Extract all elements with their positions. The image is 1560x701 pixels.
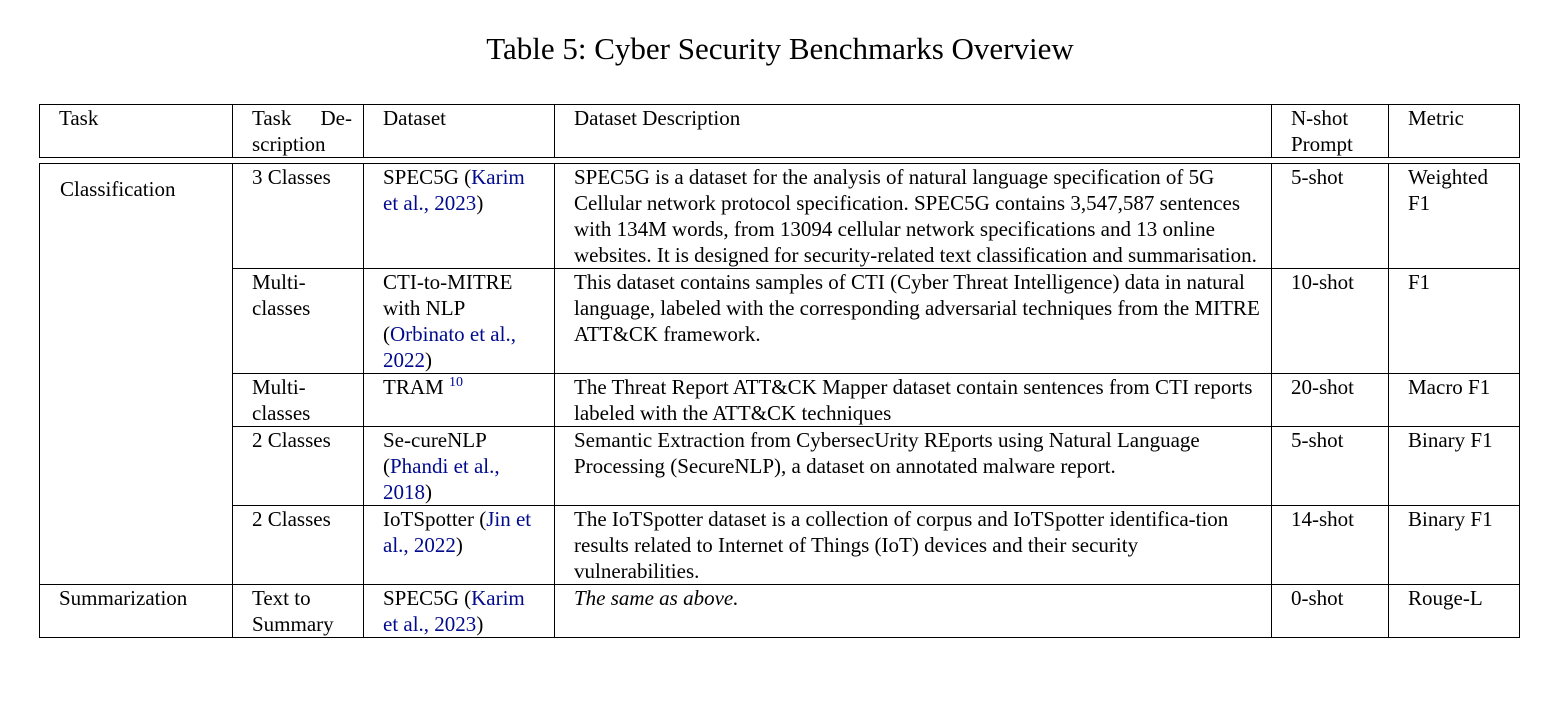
- table-caption: Table 5: Cyber Security Benchmarks Overv…: [486, 31, 1074, 66]
- dataset-cell: SPEC5G (Karim et al., 2023): [363, 585, 554, 638]
- task-description-cell: 2 Classes: [232, 506, 363, 585]
- dataset-description-cell: The Threat Report ATT&CK Mapper dataset …: [554, 374, 1271, 427]
- task-description-cell: Multi-classes: [232, 374, 363, 427]
- nshot-value: 14-shot: [1291, 507, 1354, 531]
- task-description: 3 Classes: [252, 165, 331, 189]
- nshot-value: 10-shot: [1291, 270, 1354, 294]
- table-row: 2 Classes Se-cureNLP (Phandi et al., 201…: [39, 427, 1520, 506]
- dataset-cell: SPEC5G (Karim et al., 2023): [363, 163, 554, 269]
- metric-value: Macro F1: [1408, 375, 1491, 399]
- nshot-cell: 20-shot: [1271, 374, 1388, 427]
- task-classification: Classification: [39, 163, 232, 585]
- nshot-value: 5-shot: [1291, 165, 1344, 189]
- task-description: Text to Summary: [252, 586, 334, 636]
- dataset-citation[interactable]: Phandi et al., 2018: [383, 454, 500, 504]
- nshot-cell: 14-shot: [1271, 506, 1388, 585]
- task-description-cell: Text to Summary: [232, 585, 363, 638]
- metric-cell: Weighted F1: [1388, 163, 1520, 269]
- task-summarization: Summarization: [39, 585, 232, 638]
- header-nshot-line2: Prompt: [1291, 132, 1353, 156]
- table-header-row: Task Task De- scription Dataset Dataset …: [39, 104, 1520, 158]
- metric-value: Weighted F1: [1408, 165, 1488, 215]
- header-metric-label: Metric: [1408, 106, 1464, 130]
- table-row: Multi-classes CTI-to-MITRE with NLP (Orb…: [39, 269, 1520, 374]
- table-row: Classification 3 Classes SPEC5G (Karim e…: [39, 163, 1520, 585]
- dataset-description-cell: Semantic Extraction from CybersecUrity R…: [554, 427, 1271, 506]
- metric-cell: Binary F1: [1388, 427, 1520, 506]
- dataset-cell: Se-cureNLP (Phandi et al., 2018): [363, 427, 554, 506]
- header-task-desc-line1: Task De-: [252, 106, 352, 130]
- dataset-description-cell: SPEC5G is a dataset for the analysis of …: [554, 163, 1271, 269]
- dataset-name: SPEC5G (: [383, 586, 472, 610]
- metric-value: Binary F1: [1408, 428, 1493, 452]
- task-description: Multi-classes: [252, 270, 311, 320]
- benchmarks-table: Task Task De- scription Dataset Dataset …: [39, 104, 1520, 638]
- dataset-name: SPEC5G (: [383, 165, 472, 189]
- dataset-description: The IoTSpotter dataset is a collection o…: [574, 507, 1229, 583]
- header-dataset-description: Dataset Description: [554, 104, 1271, 158]
- metric-value: Rouge-L: [1408, 586, 1483, 610]
- dataset-close-paren: ): [455, 533, 463, 557]
- metric-cell: Binary F1: [1388, 506, 1520, 585]
- header-task-desc-line2: scription: [252, 132, 326, 156]
- nshot-cell: 0-shot: [1271, 585, 1388, 638]
- dataset-description: This dataset contains samples of CTI (Cy…: [574, 270, 1260, 346]
- task-description-cell: Multi-classes: [232, 269, 363, 374]
- table-row: Summarization Text to Summary SPEC5G (Ka…: [39, 585, 1520, 638]
- dataset-cell: TRAM 10: [363, 374, 554, 427]
- task-description: Multi-classes: [252, 375, 311, 425]
- nshot-cell: 10-shot: [1271, 269, 1388, 374]
- task-description-cell: 3 Classes: [232, 163, 363, 269]
- header-metric: Metric: [1388, 104, 1520, 158]
- metric-value: F1: [1408, 270, 1431, 294]
- header-task: Task: [39, 104, 232, 158]
- dataset-name: TRAM: [383, 375, 444, 399]
- task-description: 2 Classes: [252, 428, 331, 452]
- dataset-close-paren: ): [425, 348, 432, 372]
- task-label: Classification: [60, 177, 176, 201]
- header-task-description: Task De- scription: [232, 104, 363, 158]
- metric-value: Binary F1: [1408, 507, 1493, 531]
- dataset-description: SPEC5G is a dataset for the analysis of …: [574, 165, 1257, 267]
- table-row: 2 Classes IoTSpotter (Jin et al., 2022) …: [39, 506, 1520, 585]
- table-row: Multi-classes TRAM 10 The Threat Report …: [39, 374, 1520, 427]
- nshot-cell: 5-shot: [1271, 163, 1388, 269]
- dataset-name: IoTSpotter (: [383, 507, 487, 531]
- nshot-value: 20-shot: [1291, 375, 1354, 399]
- nshot-cell: 5-shot: [1271, 427, 1388, 506]
- header-dataset-label: Dataset: [383, 106, 446, 130]
- task-label: Summarization: [59, 586, 188, 610]
- task-description: 2 Classes: [252, 507, 331, 531]
- header-dataset: Dataset: [363, 104, 554, 158]
- header-dataset-desc-label: Dataset Description: [574, 106, 741, 130]
- dataset-citation[interactable]: Orbinato et al., 2022: [383, 322, 516, 372]
- dataset-close-paren: ): [476, 191, 484, 215]
- metric-cell: F1: [1388, 269, 1520, 374]
- nshot-value: 0-shot: [1291, 586, 1344, 610]
- dataset-close-paren: ): [425, 480, 432, 504]
- dataset-cell: IoTSpotter (Jin et al., 2022): [363, 506, 554, 585]
- task-description-cell: 2 Classes: [232, 427, 363, 506]
- dataset-description-cell: The IoTSpotter dataset is a collection o…: [554, 506, 1271, 585]
- nshot-value: 5-shot: [1291, 428, 1344, 452]
- dataset-description-cell: The same as above.: [554, 585, 1271, 638]
- dataset-description: The same as above.: [574, 586, 739, 610]
- dataset-close-paren: ): [476, 612, 484, 636]
- dataset-description-cell: This dataset contains samples of CTI (Cy…: [554, 269, 1271, 374]
- metric-cell: Macro F1: [1388, 374, 1520, 427]
- header-nshot-line1: N-shot: [1291, 106, 1349, 130]
- footnote-marker[interactable]: 10: [449, 375, 463, 390]
- dataset-description: The Threat Report ATT&CK Mapper dataset …: [574, 375, 1253, 425]
- header-task-label: Task: [59, 106, 99, 130]
- dataset-cell: CTI-to-MITRE with NLP (Orbinato et al., …: [363, 269, 554, 374]
- metric-cell: Rouge-L: [1388, 585, 1520, 638]
- dataset-description: Semantic Extraction from CybersecUrity R…: [574, 428, 1200, 478]
- header-nshot: N-shot Prompt: [1271, 104, 1388, 158]
